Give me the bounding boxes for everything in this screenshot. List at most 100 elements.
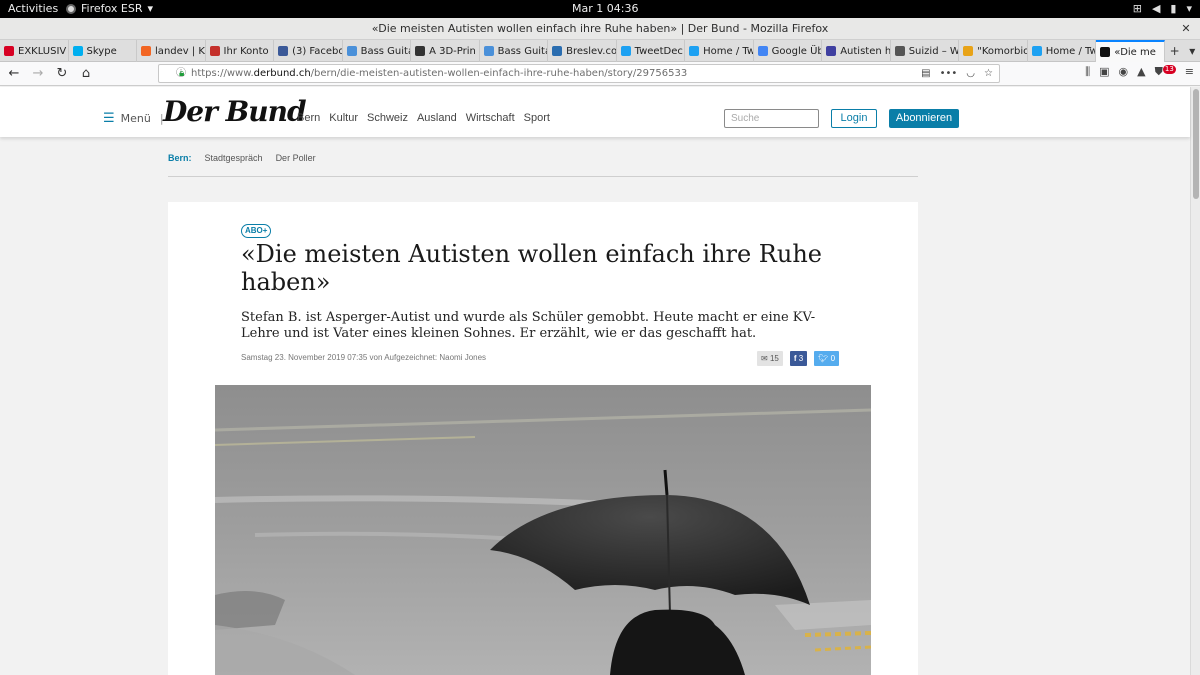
subnav-region[interactable]: Bern: [168,153,192,176]
hamburger-menu-icon[interactable]: ≡ [1185,65,1194,79]
site-header: ☰ Menü | Der Bund Bern Kultur Schweiz Au… [0,87,1190,137]
tab-label: Google Üb [771,45,823,57]
site-menu-button[interactable]: ☰ Menü | [103,111,164,126]
site-logo[interactable]: Der Bund [163,95,307,128]
url-host: derbund.ch [253,68,311,79]
chevron-down-icon: ▾ [147,2,154,15]
adblock-icon[interactable]: ⛊ 13 [1155,65,1176,79]
tab-label: Breslev.co [566,45,617,57]
browser-tab[interactable]: (3) Facebo [274,40,343,62]
forward-icon[interactable]: → [28,64,48,84]
twitter-icon: 🐦︎ [818,354,829,363]
subnav-item-der-poller[interactable]: Der Poller [276,153,316,176]
browser-tab[interactable]: Bass Guita [480,40,549,62]
tab-label: "Komorbio [977,45,1028,57]
scrollbar-thumb[interactable] [1193,89,1199,199]
browser-tab[interactable]: landev | Ko [137,40,206,62]
more-actions-icon[interactable]: ••• [940,65,958,82]
app-menu[interactable]: Firefox ESR ▾ [66,2,153,15]
facebook-share-button[interactable]: f 3 [789,351,808,366]
share-buttons: ✉ 15 f 3 🐦︎ 0 [757,351,840,366]
close-icon[interactable]: ✕ [1180,23,1192,35]
mail-share-button[interactable]: ✉ 15 [757,351,783,366]
article-photo [215,385,871,675]
browser-tab[interactable]: Home / Tw [685,40,754,62]
tab-favicon-icon [894,46,905,56]
browser-tab[interactable]: A 3D-Prin [411,40,480,62]
pocket-icon[interactable]: ◡ [966,65,975,82]
reader-view-icon[interactable]: ▤ [921,65,930,82]
page-scrollbar[interactable] [1190,87,1200,675]
menu-label: Menü [120,112,151,125]
tab-favicon-icon [689,46,700,56]
browser-tab[interactable]: Google Üb [754,40,823,62]
tab-label: landev | Ko [155,45,206,57]
reload-icon[interactable]: ↻ [52,64,72,84]
browser-tab[interactable]: «Die me [1096,40,1165,62]
twitter-count: 0 [830,354,836,363]
bookmark-star-icon[interactable]: ☆ [984,65,993,82]
browser-tab[interactable]: Breslev.co [548,40,617,62]
browser-tab[interactable]: Bass Guita [343,40,412,62]
system-tray[interactable]: ⊞ ◀ ▮ ▾ [1133,2,1192,15]
url-bar[interactable]: ⓘ 🔒︎ https://www.derbund.ch/bern/die-mei… [158,64,1000,83]
site-search-input[interactable]: Suche [724,109,819,128]
section-subnav: Bern: Stadtgespräch Der Poller [168,153,918,177]
tab-label: Home / Tw [703,45,754,57]
subscribe-button[interactable]: Abonnieren [889,109,959,128]
browser-tab[interactable]: TweetDec [617,40,686,62]
home-icon[interactable]: ⌂ [76,64,96,84]
browser-tab[interactable]: Home / Tw [1028,40,1097,62]
account-icon[interactable]: ◉ [1119,65,1129,79]
activities-button[interactable]: Activities [8,2,58,15]
login-button[interactable]: Login [831,109,877,128]
nav-item-ausland[interactable]: Ausland [417,112,457,124]
clock[interactable]: Mar 1 04:36 [572,2,638,15]
tab-label: Autisten h [840,45,891,57]
abo-badge: ABO+ [241,224,272,238]
url-prefix: https://www. [191,68,254,79]
browser-tab[interactable]: Autisten h [822,40,891,62]
nav-item-wirtschaft[interactable]: Wirtschaft [466,112,515,124]
tab-favicon-icon [483,46,494,56]
tab-list-icon[interactable]: ▾ [1189,44,1195,58]
facebook-icon: f [793,354,797,363]
back-icon[interactable]: ← [4,64,24,84]
browser-tab[interactable]: "Komorbio [959,40,1028,62]
extension-icon[interactable]: ▲ [1137,65,1145,79]
tab-label: Home / Tw [1045,45,1097,57]
nav-item-bern[interactable]: Bern [297,112,320,124]
sidebar-icon[interactable]: ▣ [1099,65,1109,79]
nav-item-kultur[interactable]: Kultur [329,112,358,124]
tab-label: TweetDec [634,45,683,57]
url-bar-actions: ▤ ••• ◡ ☆ [921,65,993,82]
tab-label: «Die me [1114,46,1156,58]
tab-favicon-icon [278,46,289,56]
tab-favicon-icon [141,46,152,56]
article-headline: «Die meisten Autisten wollen einfach ihr… [241,240,822,296]
twitter-share-button[interactable]: 🐦︎ 0 [814,351,840,366]
browser-tab[interactable]: EXKLUSIV [0,40,69,62]
subnav-item-stadtgespraech[interactable]: Stadtgespräch [205,153,263,176]
tab-label: Ihr Konto | [223,45,275,57]
toolbar-right: ⫼ ▣ ◉ ▲ ⛊ 13 ≡ [1085,65,1194,79]
app-name: Firefox ESR [81,2,143,15]
article-meta: Samstag 23. November 2019 07:35 von Aufg… [241,353,487,362]
navigation-toolbar: ← → ↻ ⌂ ⓘ 🔒︎ https://www.derbund.ch/bern… [0,62,1200,86]
window-titlebar: «Die meisten Autisten wollen einfach ihr… [0,18,1200,40]
browser-tab[interactable]: Skype [69,40,138,62]
new-tab-icon[interactable]: + [1170,44,1180,58]
article-lead: Stefan B. ist Asperger-Autist und wurde … [241,310,816,341]
site-nav: Bern Kultur Schweiz Ausland Wirtschaft S… [297,112,550,124]
tab-favicon-icon [963,46,974,56]
firefox-icon [66,3,76,14]
library-icon[interactable]: ⫼ [1085,65,1090,79]
nav-item-sport[interactable]: Sport [524,112,550,124]
menu-icon: ☰ [103,111,115,126]
article-card: ABO+ «Die meisten Autisten wollen einfac… [168,202,918,675]
network-icon: ⊞ [1132,2,1142,15]
browser-tab[interactable]: Suizid – W [891,40,960,62]
nav-item-schweiz[interactable]: Schweiz [367,112,408,124]
browser-tab[interactable]: Ihr Konto | [206,40,275,62]
tab-favicon-icon [4,46,14,56]
